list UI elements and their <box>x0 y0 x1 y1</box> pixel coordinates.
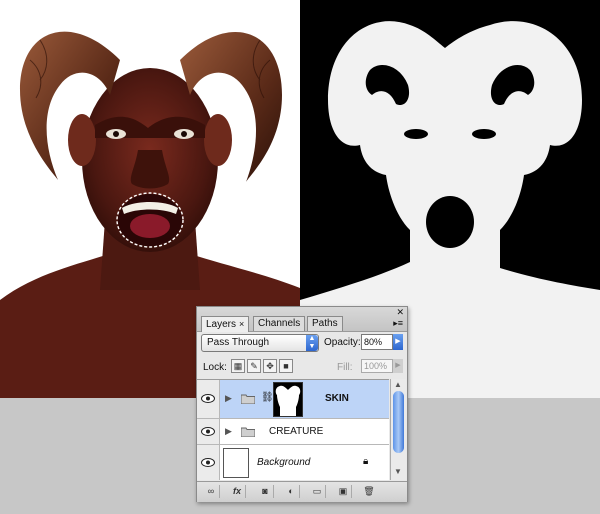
layers-list: ▶ ⛓ SKIN ▶ CREATURE Background 🔒︎ <box>197 379 389 480</box>
eye-icon <box>201 427 215 436</box>
opacity-slider-button[interactable]: ▶ <box>393 334 403 350</box>
adjustment-icon[interactable]: ◐ <box>283 485 300 498</box>
layer-name[interactable]: Background <box>257 457 310 468</box>
fill-input[interactable]: 100% <box>361 359 393 373</box>
add-mask-icon[interactable]: ◙ <box>257 485 274 498</box>
layers-bottom-toolbar: ∞ fx ◙ ◐ ▭ ▣ 🗑︎ <box>197 481 407 502</box>
lock-all-icon[interactable]: ■ <box>279 359 293 373</box>
scroll-thumb[interactable] <box>393 391 404 453</box>
lock-position-icon[interactable]: ✥ <box>263 359 277 373</box>
link-chain-icon[interactable]: ⛓ <box>261 392 274 403</box>
trash-icon[interactable]: 🗑︎ <box>361 485 377 498</box>
layer-row-skin[interactable]: ▶ ⛓ SKIN <box>197 380 389 419</box>
layer-mask-thumbnail[interactable] <box>273 382 303 417</box>
lock-icon: 🔒︎ <box>363 456 369 467</box>
opacity-label: Opacity: <box>324 337 361 348</box>
layer-row-creature[interactable]: ▶ CREATURE <box>197 419 389 445</box>
eye-icon <box>201 458 215 467</box>
expand-triangle-icon[interactable]: ▶ <box>225 393 232 404</box>
lock-pixels-icon[interactable]: ✎ <box>247 359 261 373</box>
lock-label: Lock: <box>203 362 227 373</box>
lock-fill-row: Lock: ▦ ✎ ✥ ■ Fill: 100% ▶ <box>201 359 403 375</box>
expand-triangle-icon[interactable]: ▶ <box>225 426 232 437</box>
layer-name[interactable]: SKIN <box>325 393 349 404</box>
layer-row-background[interactable]: Background 🔒︎ <box>197 445 389 480</box>
visibility-toggle[interactable] <box>197 419 220 444</box>
visibility-toggle[interactable] <box>197 445 220 480</box>
scroll-down-icon[interactable]: ▼ <box>394 467 402 476</box>
opacity-input[interactable]: 80% <box>361 334 393 350</box>
fill-label: Fill: <box>337 362 353 373</box>
tab-layers[interactable]: Layers × <box>201 316 250 332</box>
eye-icon <box>201 394 215 403</box>
layer-thumbnail[interactable] <box>223 448 249 478</box>
visibility-toggle[interactable] <box>197 380 220 418</box>
folder-icon <box>241 394 255 404</box>
blend-mode-arrows-icon: ▲ ▼ <box>306 335 318 351</box>
blend-mode-select[interactable]: Pass Through ▲ ▼ <box>201 334 319 352</box>
panel-menu-icon[interactable]: ▸≡ <box>393 319 403 328</box>
blend-opacity-row: Pass Through ▲ ▼ Opacity: 80% ▶ <box>201 334 403 352</box>
layer-name[interactable]: CREATURE <box>269 426 323 437</box>
panel-collapse-icon[interactable]: ✕ <box>396 308 404 317</box>
new-group-icon[interactable]: ▭ <box>309 485 326 498</box>
blend-mode-value: Pass Through <box>207 337 270 348</box>
fx-icon[interactable]: fx <box>229 485 246 498</box>
new-layer-icon[interactable]: ▣ <box>335 485 352 498</box>
layers-panel[interactable]: Layers × Channels Paths ✕ ▸≡ Pass Through… <box>196 306 408 502</box>
tab-layers-label: Layers <box>206 319 237 330</box>
tab-channels-label: Channels <box>258 318 301 329</box>
fill-slider-button[interactable]: ▶ <box>393 359 403 373</box>
tab-channels[interactable]: Channels <box>253 316 306 331</box>
tab-paths-label: Paths <box>312 318 338 329</box>
lock-transparency-icon[interactable]: ▦ <box>231 359 245 373</box>
folder-icon <box>241 427 255 437</box>
tab-paths[interactable]: Paths <box>307 316 343 331</box>
mask-thumbnail-shape <box>275 385 301 416</box>
panel-tabbar: Layers × Channels Paths ✕ ▸≡ <box>197 307 407 332</box>
tab-close-icon[interactable]: × <box>239 319 244 329</box>
link-layers-icon[interactable]: ∞ <box>203 485 220 498</box>
layers-scrollbar[interactable]: ▲ ▼ <box>390 379 406 480</box>
scroll-up-icon[interactable]: ▲ <box>394 380 402 389</box>
